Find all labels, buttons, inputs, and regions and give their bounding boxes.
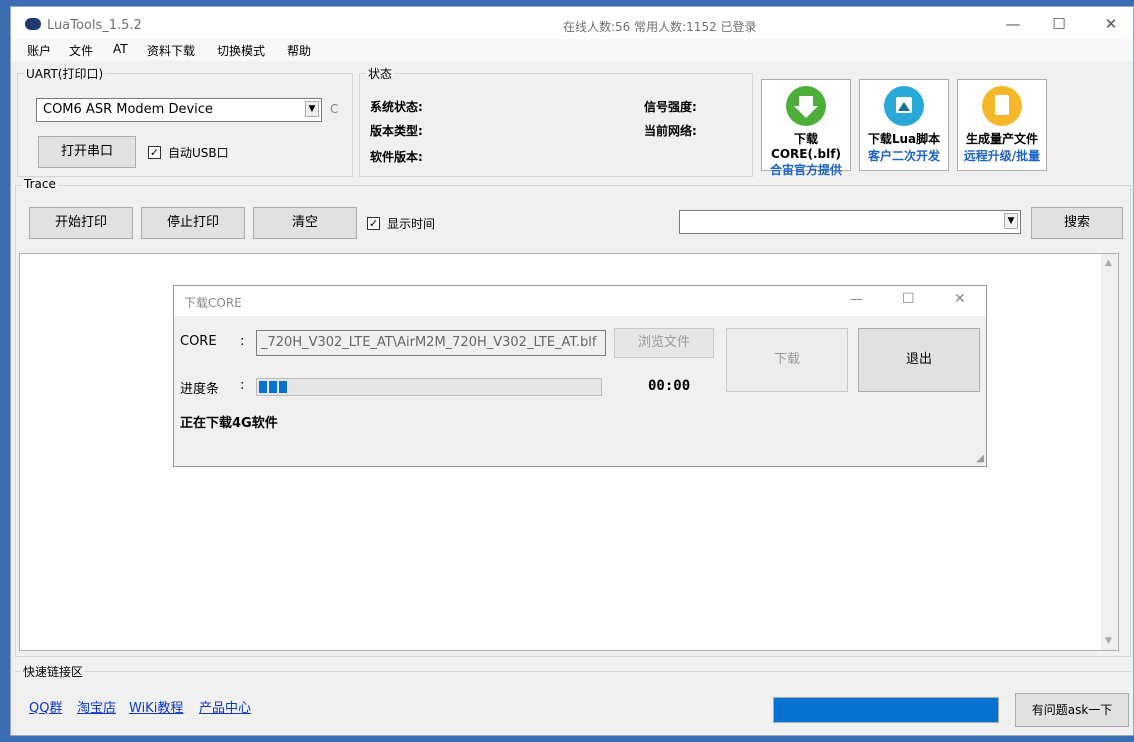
app-title: LuaTools_1.5.2 bbox=[47, 18, 142, 33]
timer: 00:00 bbox=[648, 378, 691, 394]
core-colon: : bbox=[240, 334, 245, 349]
stop-print-button[interactable]: 停止打印 bbox=[141, 207, 245, 239]
online-status: 在线人数:56 常用人数:1152 已登录 bbox=[563, 20, 757, 34]
status-progress-bar bbox=[773, 697, 999, 723]
dialog-title: 下载CORE bbox=[184, 296, 242, 310]
download-core-dialog: 下载CORE — ☐ ✕ CORE : _720H_V302_LTE_AT\Ai… bbox=[173, 285, 987, 467]
download-progress-bar bbox=[256, 378, 602, 396]
core-label: CORE bbox=[180, 334, 217, 349]
chevron-down-icon: ▼ bbox=[305, 101, 319, 117]
link-products[interactable]: 产品中心 bbox=[199, 697, 251, 716]
core-path-value: _720H_V302_LTE_AT\AirM2M_720H_V302_LTE_A… bbox=[261, 335, 597, 350]
progress-label: 进度条 bbox=[180, 382, 220, 397]
link-wiki[interactable]: WiKi教程 bbox=[129, 697, 183, 716]
script-image-icon bbox=[884, 86, 924, 126]
status-group-label: 状态 bbox=[366, 65, 395, 82]
auto-usb-checkbox[interactable]: ✓ bbox=[148, 146, 161, 159]
chevron-down-icon: ▼ bbox=[1004, 213, 1018, 229]
menu-bar: 账户 文件 AT 资料下载 切换模式 帮助 bbox=[11, 39, 1133, 61]
core-path-field[interactable]: _720H_V302_LTE_AT\AirM2M_720H_V302_LTE_A… bbox=[256, 330, 606, 356]
show-time-checkbox[interactable]: ✓ bbox=[367, 217, 380, 230]
port-select[interactable]: COM6 ASR Modem Device ▼ bbox=[36, 98, 322, 122]
link-taobao[interactable]: 淘宝店 bbox=[77, 697, 116, 716]
close-button[interactable]: ✕ bbox=[1093, 11, 1129, 37]
download-core-label: 下载CORE(.blf) bbox=[771, 132, 841, 161]
quick-links-label: 快速链接区 bbox=[21, 663, 86, 680]
trace-scrollbar[interactable]: ▲ ▼ bbox=[1101, 254, 1118, 650]
uart-group-label: UART(打印口) bbox=[24, 65, 106, 82]
generate-production-sublabel: 远程升级/批量 bbox=[963, 149, 1041, 163]
clear-button[interactable]: 清空 bbox=[253, 207, 357, 239]
exit-button[interactable]: 退出 bbox=[858, 328, 980, 392]
minimize-button[interactable]: — bbox=[995, 11, 1031, 37]
download-core-sublabel: 合宙官方提供 bbox=[769, 163, 842, 177]
version-type-label: 版本类型: bbox=[370, 124, 423, 138]
dialog-title-bar: 下载CORE — ☐ ✕ bbox=[174, 286, 986, 316]
show-time-label: 显示时间 bbox=[387, 217, 436, 231]
scroll-down-icon[interactable]: ▼ bbox=[1105, 636, 1112, 646]
dialog-maximize-button[interactable]: ☐ bbox=[902, 291, 915, 307]
download-lua-label: 下载Lua脚本 bbox=[867, 132, 941, 146]
generate-production-button[interactable]: 生成量产文件 远程升级/批量 bbox=[957, 79, 1047, 171]
dialog-minimize-button[interactable]: — bbox=[850, 292, 863, 307]
maximize-button[interactable]: ☐ bbox=[1041, 11, 1077, 37]
refresh-port-icon[interactable]: C bbox=[330, 102, 338, 116]
dialog-close-button[interactable]: ✕ bbox=[954, 291, 966, 307]
search-button[interactable]: 搜索 bbox=[1031, 207, 1123, 239]
menu-account[interactable]: 账户 bbox=[27, 42, 51, 59]
open-port-button[interactable]: 打开串口 bbox=[38, 136, 136, 168]
software-version-label: 软件版本: bbox=[370, 150, 423, 164]
document-icon bbox=[982, 86, 1022, 126]
menu-file[interactable]: 文件 bbox=[69, 42, 93, 59]
download-status-message: 正在下载4G软件 bbox=[180, 416, 278, 431]
luatools-logo-icon bbox=[25, 18, 41, 30]
scroll-up-icon[interactable]: ▲ bbox=[1105, 258, 1112, 268]
search-input[interactable]: ▼ bbox=[679, 210, 1021, 234]
download-lua-sublabel: 客户二次开发 bbox=[867, 149, 940, 163]
menu-at[interactable]: AT bbox=[113, 42, 128, 56]
auto-usb-label: 自动USB口 bbox=[168, 146, 229, 160]
start-print-button[interactable]: 开始打印 bbox=[29, 207, 133, 239]
status-group: 状态 系统状态: 版本类型: 软件版本: 信号强度: 当前网络: bbox=[359, 65, 753, 177]
system-status-label: 系统状态: bbox=[370, 100, 423, 114]
resize-grip-icon[interactable]: ◢ bbox=[976, 453, 984, 464]
title-bar: LuaTools_1.5.2 在线人数:56 常用人数:1152 已登录 — ☐… bbox=[11, 7, 1133, 39]
menu-help[interactable]: 帮助 bbox=[287, 42, 311, 59]
progress-segment bbox=[269, 381, 277, 393]
download-core-button[interactable]: 下载CORE(.blf) 合宙官方提供 bbox=[761, 79, 851, 177]
uart-group: UART(打印口) COM6 ASR Modem Device ▼ C 打开串口… bbox=[17, 65, 353, 177]
download-button[interactable]: 下载 bbox=[726, 328, 848, 392]
luatools-window: LuaTools_1.5.2 在线人数:56 常用人数:1152 已登录 — ☐… bbox=[10, 6, 1134, 736]
browse-file-button[interactable]: 浏览文件 bbox=[614, 328, 714, 358]
trace-group-label: Trace bbox=[22, 177, 58, 191]
progress-colon: : bbox=[240, 378, 245, 393]
signal-strength-label: 信号强度: bbox=[644, 100, 697, 114]
download-arrow-icon bbox=[786, 86, 826, 126]
menu-switch-mode[interactable]: 切换模式 bbox=[217, 42, 265, 59]
current-network-label: 当前网络: bbox=[644, 124, 697, 138]
progress-segment bbox=[279, 381, 287, 393]
generate-production-label: 生成量产文件 bbox=[965, 132, 1038, 146]
progress-segment bbox=[259, 381, 267, 393]
download-lua-button[interactable]: 下载Lua脚本 客户二次开发 bbox=[859, 79, 949, 171]
link-qq-group[interactable]: QQ群 bbox=[29, 697, 62, 716]
ask-question-button[interactable]: 有问题ask一下 bbox=[1015, 693, 1129, 727]
menu-docs-download[interactable]: 资料下载 bbox=[147, 42, 195, 59]
port-select-value: COM6 ASR Modem Device bbox=[43, 102, 213, 117]
